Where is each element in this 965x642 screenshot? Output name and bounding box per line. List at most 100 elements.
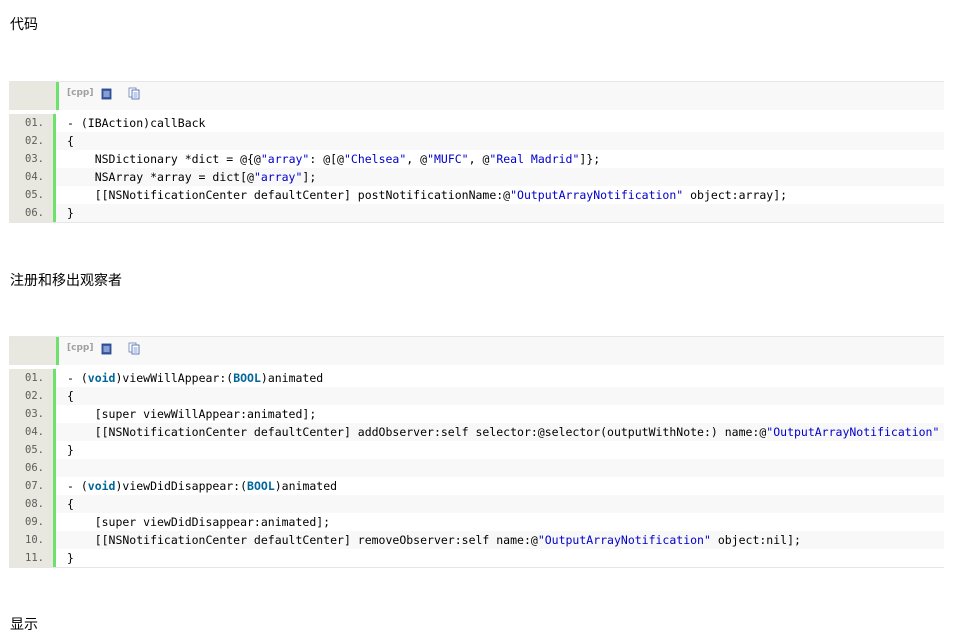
line-number: 03. bbox=[9, 150, 56, 168]
code-text: { bbox=[67, 387, 74, 405]
code-token: , @ bbox=[406, 152, 428, 166]
language-tag: [cpp] bbox=[67, 88, 94, 98]
code-token: { bbox=[67, 134, 74, 148]
code-text: { bbox=[67, 495, 74, 513]
line-number: 06. bbox=[9, 204, 56, 222]
code-toolbar: [cpp] bbox=[9, 337, 944, 365]
code-token: )viewDidDisappear:( bbox=[115, 479, 248, 493]
copy-icon[interactable] bbox=[128, 87, 140, 100]
code-line: 02. { bbox=[9, 387, 944, 405]
code-block-2: [cpp] 01. - (void)viewWillAppear:(BOOL)an… bbox=[9, 336, 944, 568]
code-token: "OutputArrayNotification" bbox=[510, 188, 684, 202]
code-line: 01. - (IBAction)callBack bbox=[9, 114, 944, 132]
language-tag: [cpp] bbox=[67, 343, 94, 353]
code-token: "MUFC" bbox=[427, 152, 469, 166]
code-text: } bbox=[67, 549, 74, 567]
line-number: 10. bbox=[9, 531, 56, 549]
heading-display: 显示 bbox=[10, 616, 38, 632]
line-number: 11. bbox=[9, 549, 56, 567]
line-number-gutter bbox=[9, 82, 59, 110]
line-number-gutter bbox=[9, 337, 59, 365]
code-token: , @ bbox=[468, 152, 490, 166]
code-line: 04. NSArray *array = dict[@"array"]; bbox=[9, 168, 944, 186]
code-line: 02. { bbox=[9, 132, 944, 150]
heading-observers: 注册和移出观察者 bbox=[10, 272, 122, 288]
code-block-1: [cpp] 01. - (IBAction)callBack 02. {03. NSD… bbox=[9, 81, 944, 223]
code-token: - ( bbox=[67, 479, 88, 493]
code-token: NSDictionary *dict = @{@ bbox=[67, 152, 261, 166]
code-token: BOOL bbox=[247, 479, 275, 493]
code-token: } bbox=[67, 443, 74, 457]
code-line: 03. NSDictionary *dict = @{@"array": @[@… bbox=[9, 150, 944, 168]
line-number: 04. bbox=[9, 423, 56, 441]
code-lines: 01. - (IBAction)callBack 02. {03. NSDiction… bbox=[9, 110, 944, 222]
code-token: )viewWillAppear:( bbox=[115, 371, 234, 385]
view-source-icon[interactable] bbox=[101, 87, 113, 100]
code-token: "array" bbox=[253, 170, 303, 184]
code-text: [[NSNotificationCenter defaultCenter] re… bbox=[67, 531, 801, 549]
code-text: NSArray *array = dict[@"array"]; bbox=[67, 168, 317, 186]
code-token: [[NSNotificationCenter defaultCenter] po… bbox=[67, 188, 511, 202]
code-token: void bbox=[87, 371, 116, 385]
code-token: "array" bbox=[260, 152, 310, 166]
line-number: 05. bbox=[9, 441, 56, 459]
code-text: - (void)viewWillAppear:(BOOL)animated bbox=[67, 369, 323, 387]
code-text: { bbox=[67, 132, 74, 150]
code-token: "Chelsea" bbox=[343, 152, 407, 166]
line-number: 05. bbox=[9, 186, 56, 204]
view-source-icon[interactable] bbox=[101, 342, 113, 355]
line-number: 02. bbox=[9, 132, 56, 150]
code-lines: 01. - (void)viewWillAppear:(BOOL)animated… bbox=[9, 365, 944, 567]
code-text: [super viewDidDisappear:animated]; bbox=[67, 513, 330, 531]
code-line: 05. [[NSNotificationCenter defaultCenter… bbox=[9, 186, 944, 204]
code-line: 08. { bbox=[9, 495, 944, 513]
code-token: NSArray *array = dict[@ bbox=[67, 170, 254, 184]
line-number: 08. bbox=[9, 495, 56, 513]
code-text: [[NSNotificationCenter defaultCenter] ad… bbox=[67, 423, 944, 441]
line-number: 01. bbox=[9, 369, 56, 387]
code-token: [[NSNotificationCenter defaultCenter] re… bbox=[67, 533, 538, 547]
line-number: 06. bbox=[9, 459, 56, 477]
line-number: 01. bbox=[9, 114, 56, 132]
code-token: } bbox=[67, 551, 74, 565]
code-token: void bbox=[87, 479, 116, 493]
heading-code: 代码 bbox=[10, 16, 38, 32]
code-token: "OutputArrayNotification" bbox=[537, 533, 711, 547]
code-token: )animated bbox=[274, 479, 338, 493]
code-text: } bbox=[67, 441, 74, 459]
line-number: 02. bbox=[9, 387, 56, 405]
code-token: object:nil]; bbox=[939, 425, 944, 439]
copy-icon[interactable] bbox=[128, 342, 140, 355]
code-token: )animated bbox=[260, 371, 324, 385]
code-text: - (void)viewDidDisappear:(BOOL)animated bbox=[67, 477, 337, 495]
code-line: 09. [super viewDidDisappear:animated]; bbox=[9, 513, 944, 531]
line-number: 04. bbox=[9, 168, 56, 186]
code-token: { bbox=[67, 389, 74, 403]
code-token: object:array]; bbox=[683, 188, 788, 202]
code-line: 06. bbox=[9, 459, 944, 477]
code-token: BOOL bbox=[233, 371, 261, 385]
line-number: 07. bbox=[9, 477, 56, 495]
code-line: 07. - (void)viewDidDisappear:(BOOL)animat… bbox=[9, 477, 944, 495]
code-text: [super viewWillAppear:animated]; bbox=[67, 405, 317, 423]
code-line: 10. [[NSNotificationCenter defaultCenter… bbox=[9, 531, 944, 549]
code-toolbar: [cpp] bbox=[9, 82, 944, 110]
code-token: "Real Madrid" bbox=[489, 152, 580, 166]
code-token: [[NSNotificationCenter defaultCenter] ad… bbox=[67, 425, 767, 439]
code-line: 11.} bbox=[9, 549, 944, 567]
code-text: } bbox=[67, 204, 74, 222]
code-token: "OutputArrayNotification" bbox=[766, 425, 940, 439]
code-token: - ( bbox=[67, 371, 88, 385]
line-number: 03. bbox=[9, 405, 56, 423]
code-token: ]; bbox=[302, 170, 317, 184]
code-token: } bbox=[67, 206, 74, 220]
code-token: [super viewDidDisappear:animated]; bbox=[67, 515, 331, 529]
code-line: 03. [super viewWillAppear:animated]; bbox=[9, 405, 944, 423]
code-line: 04. [[NSNotificationCenter defaultCenter… bbox=[9, 423, 944, 441]
code-line: 01. - (void)viewWillAppear:(BOOL)animated bbox=[9, 369, 944, 387]
code-text: NSDictionary *dict = @{@"array": @[@"Che… bbox=[67, 150, 601, 168]
code-text: - (IBAction)callBack bbox=[67, 114, 205, 132]
code-token: ]}; bbox=[579, 152, 601, 166]
code-token: { bbox=[67, 497, 74, 511]
code-line: 06.} bbox=[9, 204, 944, 222]
